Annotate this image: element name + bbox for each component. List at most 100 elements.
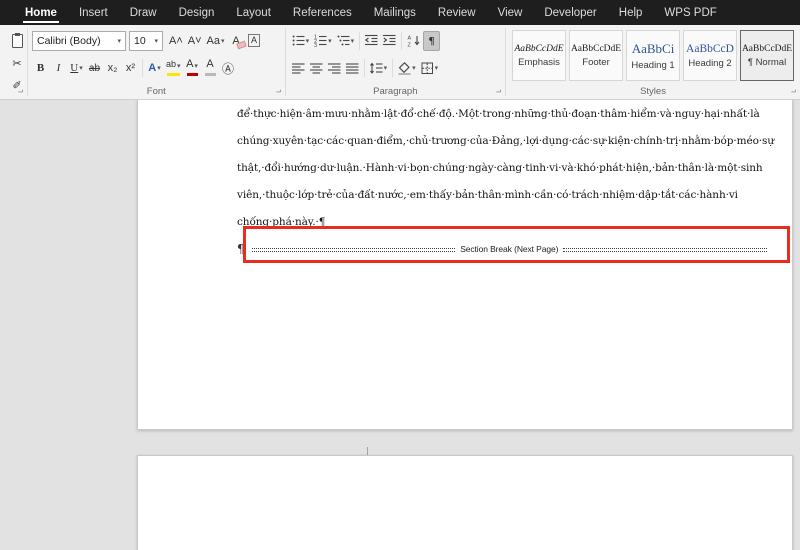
tab-layout[interactable]: Layout [225,0,282,25]
paragraph-group: 123 AZ ¶ [286,25,505,99]
clipboard-dialog-launcher-icon[interactable]: ⌐ [15,86,26,97]
tab-home[interactable]: Home [14,0,68,25]
bold-button[interactable]: B [32,58,49,78]
align-center-icon [309,62,323,74]
styles-dialog-launcher-icon[interactable]: ⌐ [788,86,799,97]
svg-text:A: A [408,36,412,42]
section-break-line [251,247,456,252]
style-name: Heading 2 [688,57,732,69]
style-card-footer[interactable]: AaBbCcDdE Footer [569,30,624,81]
style-sample: AaBbCcDdE [570,43,622,54]
document-page-2[interactable] [137,455,793,550]
shrink-font-icon: A˅ [187,34,202,47]
character-shading-icon: A [206,58,213,74]
tab-view[interactable]: View [487,0,534,25]
style-card-normal[interactable]: AaBbCcDdE ¶ Normal [740,30,795,81]
tab-draw[interactable]: Draw [119,0,168,25]
font-color-icon: A [186,58,193,74]
align-right-button[interactable] [326,58,343,78]
clear-formatting-button[interactable]: A [228,31,245,51]
tab-insert[interactable]: Insert [68,0,119,25]
shading-bucket-icon [398,61,411,75]
pilcrow-mark: ¶ [237,242,245,256]
character-shading-button[interactable]: A [202,58,219,78]
section-break-label: Section Break (Next Page) [460,244,559,254]
align-left-button[interactable] [290,58,307,78]
paragraph-line: chống·phá·này.·¶ [237,216,326,228]
decrease-indent-button[interactable] [363,31,380,51]
increase-indent-button[interactable] [381,31,398,51]
style-sample: AaBbCi [631,40,675,56]
tab-developer[interactable]: Developer [533,0,607,25]
numbering-button[interactable]: 123 [312,31,334,51]
align-left-icon [291,62,305,74]
font-name-combo[interactable]: Calibri (Body) [31,30,126,51]
change-case-button[interactable]: Aa [205,31,227,51]
button-separator [141,59,143,77]
style-name: Footer [582,56,610,68]
borders-button[interactable] [419,58,441,78]
styles-group-label: Styles [640,86,666,97]
document-text[interactable]: để·thực·hiện·âm·mưu·nhằm·lật·đổ·chế·độ.·… [237,101,774,263]
font-size-combo[interactable]: 10 [128,30,163,51]
pilcrow-icon: ¶ [428,34,435,47]
style-name: Emphasis [518,56,560,68]
font-dialog-launcher-icon[interactable]: ⌐ [273,86,284,97]
subscript-button[interactable]: x₂ [104,58,121,78]
tab-design[interactable]: Design [168,0,226,25]
paragraph-group-label: Paragraph [373,86,418,97]
tab-references[interactable]: References [282,0,363,25]
paragraph-line: chúng·xuyên·tạc·các·quan·điểm,·chủ·trươn… [237,135,774,147]
paste-icon [11,33,23,48]
style-card-heading-2[interactable]: AaBbCcD Heading 2 [683,30,738,81]
shrink-font-button[interactable]: A˅ [186,31,204,51]
style-sample: AaBbCcDdE [514,43,564,54]
tab-review[interactable]: Review [427,0,487,25]
strikethrough-icon: ab [88,62,101,74]
style-card-heading-1[interactable]: AaBbCi Heading 1 [626,30,681,81]
enclose-characters-icon: Ⓐ [222,61,235,76]
button-separator [401,31,403,50]
show-formatting-marks-button[interactable]: ¶ [423,30,441,51]
paragraph-dialog-launcher-icon[interactable]: ⌐ [493,86,504,97]
strikethrough-button[interactable]: ab [86,58,103,78]
multilevel-list-icon [337,35,350,46]
text-effects-button[interactable]: A [146,58,163,78]
clipboard-group: ✂ ✐ ⌐ [0,25,27,99]
ribbon-tab-bar: Home Insert Draw Design Layout Reference… [0,0,800,25]
document-page-1[interactable]: để·thực·hiện·âm·mưu·nhằm·lật·đổ·chế·độ.·… [137,100,793,460]
character-border-button[interactable]: A [246,31,263,51]
superscript-button[interactable]: x² [122,58,139,78]
justify-button[interactable] [344,58,361,78]
tab-mailings[interactable]: Mailings [363,0,427,25]
paste-button[interactable] [9,31,26,51]
sort-button[interactable]: AZ [405,31,422,51]
clear-formatting-icon: A [232,34,240,47]
italic-icon: I [56,62,61,74]
svg-text:3: 3 [314,43,317,47]
bullets-button[interactable] [290,31,312,51]
font-color-button[interactable]: A [184,58,201,78]
styles-gallery: AaBbCcDdE Emphasis AaBbCcDdE Footer AaBb… [510,29,796,81]
tab-wps-pdf[interactable]: WPS PDF [653,0,727,25]
cut-button[interactable]: ✂ [9,53,26,73]
underline-button[interactable]: U [68,58,85,78]
style-card-emphasis[interactable]: AaBbCcDdE Emphasis [512,30,567,81]
highlight-button[interactable]: ab [164,58,183,78]
line-spacing-button[interactable] [368,58,390,78]
button-separator [363,59,365,77]
multilevel-list-button[interactable] [335,31,357,51]
align-center-button[interactable] [308,58,325,78]
enclose-characters-button[interactable]: Ⓐ [220,58,237,78]
paragraph-line: để·thực·hiện·âm·mưu·nhằm·lật·đổ·chế·độ.·… [237,108,760,120]
grow-font-button[interactable]: A˄ [167,31,185,51]
button-separator [392,59,394,77]
shading-button[interactable] [396,58,418,78]
styles-group: AaBbCcDdE Emphasis AaBbCcDdE Footer AaBb… [506,25,800,99]
section-break-line [563,247,767,252]
cut-icon: ✂ [12,57,22,70]
tab-help[interactable]: Help [608,0,654,25]
character-border-icon: A [247,34,260,47]
italic-button[interactable]: I [50,58,67,78]
line-spacing-icon [369,62,383,74]
